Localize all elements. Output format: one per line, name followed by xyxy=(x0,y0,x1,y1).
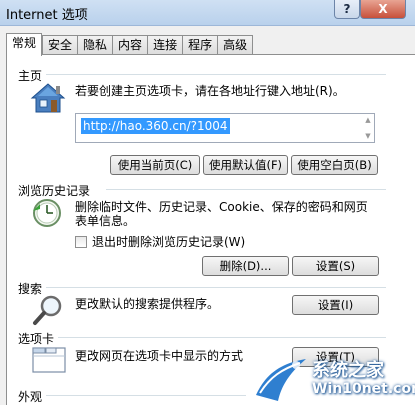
house-icon xyxy=(30,83,66,113)
use-default-button[interactable]: 使用默认值(F) xyxy=(203,155,288,175)
delete-history-on-exit-checkbox[interactable] xyxy=(75,236,87,248)
tab-connections[interactable]: 连接 xyxy=(147,35,183,55)
tabs-description: 更改网页在选项卡中显示的方式 xyxy=(75,349,244,363)
watermark-main-text: 系统之家 xyxy=(312,360,384,381)
tab-programs[interactable]: 程序 xyxy=(182,35,218,55)
history-description-line1: 删除临时文件、历史记录、Cookie、保存的密码和网页 xyxy=(75,200,368,214)
search-settings-button[interactable]: 设置(I) xyxy=(292,295,379,315)
tab-content[interactable]: 内容 xyxy=(112,35,148,55)
site-watermark: 系统之家 Win10net.com xyxy=(248,353,415,405)
homepage-url-field[interactable]: http://hao.360.cn/?1004 ▲ ▼ xyxy=(75,113,375,143)
magnifier-icon xyxy=(33,295,62,325)
tab-advanced[interactable]: 高级 xyxy=(217,35,254,55)
tabs-divider xyxy=(58,337,386,338)
appearance-group-label: 外观 xyxy=(18,390,43,404)
tab-strip: 常规 安全 隐私 内容 连接 程序 高级 xyxy=(6,33,254,56)
title-bar: Internet 选项 ? X xyxy=(0,0,415,26)
scroll-up-arrow-icon[interactable]: ▲ xyxy=(364,116,372,124)
clock-history-icon xyxy=(33,199,61,227)
history-settings-button[interactable]: 设置(S) xyxy=(292,256,379,276)
homepage-divider xyxy=(46,74,386,75)
scroll-down-arrow-icon[interactable]: ▼ xyxy=(364,132,372,140)
search-description: 更改默认的搜索提供程序。 xyxy=(75,297,220,311)
search-divider xyxy=(46,287,386,288)
use-blank-button[interactable]: 使用空白页(B) xyxy=(291,155,378,175)
close-button[interactable]: X xyxy=(360,0,406,19)
delete-history-on-exit-label: 退出时删除浏览历史记录(W) xyxy=(92,235,246,249)
use-current-page-button[interactable]: 使用当前页(C) xyxy=(110,155,200,175)
tab-privacy[interactable]: 隐私 xyxy=(77,35,113,55)
homepage-url-text: http://hao.360.cn/?1004 xyxy=(81,118,230,134)
tabbed-window-icon xyxy=(32,347,66,373)
window-title: Internet 选项 xyxy=(6,8,88,23)
appearance-divider xyxy=(46,395,246,396)
history-description-line2: 表单信息。 xyxy=(75,214,136,228)
history-divider xyxy=(106,189,386,190)
watermark-sub-text: Win10net.com xyxy=(312,381,415,397)
delete-history-button[interactable]: 删除(D)... xyxy=(202,256,289,276)
homepage-description: 若要创建主页选项卡，请在各地址行键入地址(R)。 xyxy=(75,84,345,98)
tab-security[interactable]: 安全 xyxy=(42,35,78,55)
win10-logo-icon xyxy=(256,359,306,401)
tab-general[interactable]: 常规 xyxy=(6,33,43,56)
help-button[interactable]: ? xyxy=(334,0,360,19)
